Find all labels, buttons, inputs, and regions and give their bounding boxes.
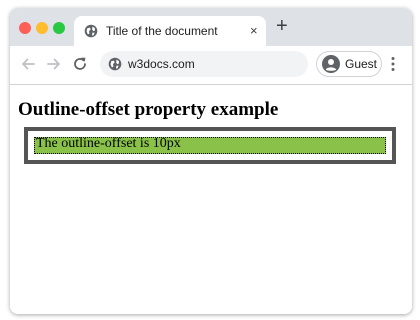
url-text: w3docs.com <box>128 57 195 71</box>
globe-icon <box>84 24 98 38</box>
page-content: Outline-offset property example The outl… <box>10 85 412 314</box>
arrow-left-icon[interactable] <box>19 55 37 73</box>
browser-toolbar: w3docs.com Guest <box>10 46 412 85</box>
kebab-menu-icon[interactable] <box>390 56 396 72</box>
profile-label: Guest <box>345 57 378 71</box>
outline-demo-box: The outline-offset is 10px <box>24 127 396 164</box>
address-bar[interactable]: w3docs.com <box>100 51 308 77</box>
active-tab[interactable]: Title of the document × <box>74 16 266 46</box>
profile-button[interactable]: Guest <box>316 51 382 77</box>
new-tab-button[interactable]: + <box>276 16 288 36</box>
page-heading: Outline-offset property example <box>18 99 279 120</box>
tab-title: Title of the document <box>106 24 218 38</box>
globe-icon <box>108 57 122 71</box>
maximize-window-button[interactable] <box>53 22 65 34</box>
minimize-window-button[interactable] <box>36 22 48 34</box>
outline-demo-text: The outline-offset is 10px <box>36 136 181 151</box>
close-window-button[interactable] <box>19 22 31 34</box>
arrow-right-icon[interactable] <box>45 55 63 73</box>
user-avatar-icon <box>322 55 340 73</box>
browser-window: Title of the document × + w3docs.com Gue… <box>10 8 412 314</box>
close-tab-icon[interactable]: × <box>250 23 258 38</box>
tab-bar: Title of the document × + <box>10 8 412 46</box>
reload-icon[interactable] <box>71 55 89 73</box>
